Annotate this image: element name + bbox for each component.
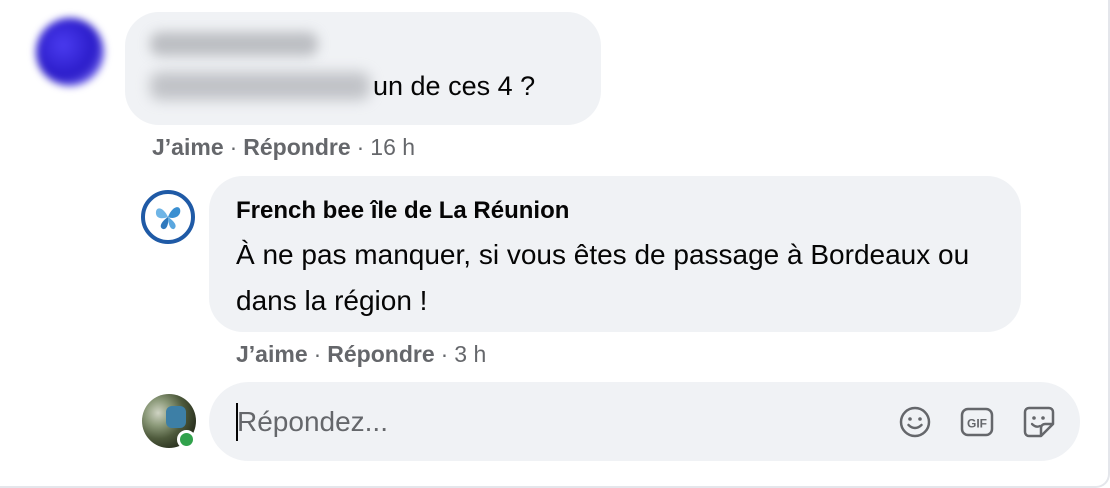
sticker-icon[interactable] [1021,404,1057,440]
blurred-mentions [150,72,370,100]
gif-icon[interactable]: GIF [959,404,995,440]
comment-actions: J’aime · Répondre · 16 h [152,134,415,161]
svg-text:GIF: GIF [967,417,987,431]
commenter-avatar[interactable] [36,18,104,86]
emoji-icon[interactable] [897,404,933,440]
reply-link[interactable]: Répondre [243,134,350,160]
reply-timestamp[interactable]: 3 h [454,341,486,367]
text-caret [236,403,238,441]
comment-text: un de ces 4 ? [373,71,536,101]
separator-dot: · [440,341,449,367]
reply-actions: J’aime · Répondre · 3 h [236,341,486,368]
comment-bubble [125,12,601,125]
reply-author-name[interactable]: French bee île de La Réunion [236,197,569,225]
reply-link[interactable]: Répondre [327,341,434,367]
like-link[interactable]: J’aime [152,134,224,160]
like-link[interactable]: J’aime [236,341,308,367]
separator-dot: · [313,341,322,367]
avatar-photo-detail [166,406,186,428]
blurred-author-name [150,32,318,56]
separator-dot: · [356,134,365,160]
separator-dot: · [229,134,238,160]
reply-text: À ne pas manquer, si vous êtes de passag… [236,239,970,316]
reply-input[interactable] [209,382,1080,461]
online-status-dot [177,430,196,449]
french-bee-logo-avatar[interactable] [141,190,195,244]
comment-timestamp[interactable]: 16 h [370,134,415,160]
